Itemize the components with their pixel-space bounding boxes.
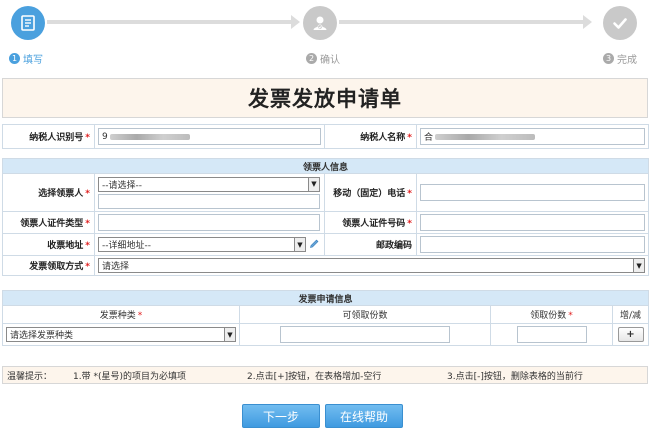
pencil-icon[interactable] [309, 238, 320, 252]
redacted-text [435, 133, 536, 140]
invoice-table: 发票申请信息 发票种类 * 可领取份数 领取份数 * 增/减 请选择发票种类 ▼ + [1, 290, 650, 346]
invoice-type-value: 请选择发票种类 [10, 331, 74, 341]
col-add-remove: 增/减 [611, 305, 650, 324]
next-step-button[interactable]: 下一步 [242, 404, 320, 428]
recipient-name-field[interactable] [98, 193, 320, 209]
tips-label: 温馨提示： [7, 371, 53, 382]
address-label: 收票地址 * [2, 233, 95, 256]
form-title-bar: 发票发放申请单 [2, 78, 648, 118]
step-number: 2 [306, 53, 317, 64]
tip-3: 3.点击[-]按钮，删除表格的当前行 [447, 371, 583, 382]
chevron-down-icon[interactable]: ▼ [294, 238, 305, 251]
address-select[interactable]: --详细地址-- ▼ [98, 237, 306, 252]
step-text: 填写 [23, 55, 43, 66]
chevron-down-icon[interactable]: ▼ [633, 259, 645, 272]
step-label-fill: 1 填写 [9, 51, 43, 66]
table-row: 请选择发票种类 ▼ + [2, 323, 650, 346]
recipient-select[interactable]: --请选择-- ▼ [98, 176, 320, 192]
step-number: 3 [603, 53, 614, 64]
phone-field[interactable] [420, 184, 646, 201]
step-number: 1 [9, 53, 20, 64]
progress-line-1 [47, 20, 291, 24]
step-text: 确认 [320, 55, 340, 66]
col-available-count: 可领取份数 [239, 305, 491, 324]
user-check-icon [303, 6, 337, 40]
form-edit-icon [11, 6, 45, 40]
count-field[interactable] [516, 326, 587, 343]
online-help-button[interactable]: 在线帮助 [325, 404, 403, 428]
invoice-type-select[interactable]: 请选择发票种类 ▼ [6, 327, 236, 342]
form-title: 发票发放申请单 [248, 87, 402, 111]
pickup-method-select[interactable]: 请选择 ▼ [98, 258, 646, 273]
chevron-down-icon[interactable]: ▼ [308, 177, 319, 191]
taxpayer-id-label: 纳税人识别号 * [2, 124, 95, 149]
id-number-label: 领票人证件号码 * [324, 211, 417, 234]
available-count-field [280, 326, 450, 343]
id-number-field[interactable] [420, 214, 646, 231]
chevron-down-icon[interactable]: ▼ [224, 328, 235, 341]
tip-1: 1.带 *(星号)的项目为必填项 [73, 371, 186, 382]
progress-arrow-2 [583, 15, 592, 29]
taxpayer-id-field[interactable]: 9 [98, 128, 321, 145]
pickup-method-label: 发票领取方式 * [2, 255, 95, 276]
address-select-value: --详细地址-- [102, 241, 151, 251]
taxpayer-name-field[interactable]: 合 [420, 128, 645, 145]
postcode-field[interactable] [420, 236, 646, 253]
recipient-select-value: --请选择-- [102, 180, 142, 191]
recipient-table: 领票人信息 选择领票人 * --请选择-- ▼ 移动（固定）电话 * 领票人证件类型… [1, 158, 650, 276]
progress-steps: 1 填写 2 确认 3 完成 [0, 0, 650, 70]
col-count: 领取份数 * [490, 305, 613, 324]
taxpayer-name-label: 纳税人名称 * [324, 124, 417, 149]
taxpayer-table: 纳税人识别号 * 9 纳税人名称 * 合 [2, 124, 649, 149]
id-type-field[interactable] [98, 214, 320, 231]
tip-2: 2.点击[+]按钮，在表格增加-空行 [247, 371, 382, 382]
select-recipient-label: 选择领票人 * [2, 173, 95, 212]
checkmark-icon [603, 6, 637, 40]
step-label-complete: 3 完成 [603, 51, 637, 66]
step-text: 完成 [617, 55, 637, 66]
col-invoice-type: 发票种类 * [2, 305, 240, 324]
taxpayer-name-value: 合 [424, 133, 434, 143]
pickup-method-value: 请选择 [102, 262, 130, 272]
tips-bar: 温馨提示： 1.带 *(星号)的项目为必填项 2.点击[+]按钮，在表格增加-空… [2, 366, 648, 384]
redacted-text [109, 133, 190, 140]
invoice-section-header: 发票申请信息 [1, 290, 650, 306]
taxpayer-id-value: 9 [102, 131, 108, 142]
add-row-button[interactable]: + [617, 327, 644, 342]
step-label-confirm: 2 确认 [306, 51, 340, 66]
id-type-label: 领票人证件类型 * [2, 211, 95, 234]
progress-arrow-1 [291, 15, 300, 29]
phone-label: 移动（固定）电话 * [324, 173, 417, 212]
postcode-label: 邮政编码 [324, 233, 417, 256]
recipient-section-header: 领票人信息 [1, 158, 650, 174]
progress-line-2 [339, 20, 583, 24]
